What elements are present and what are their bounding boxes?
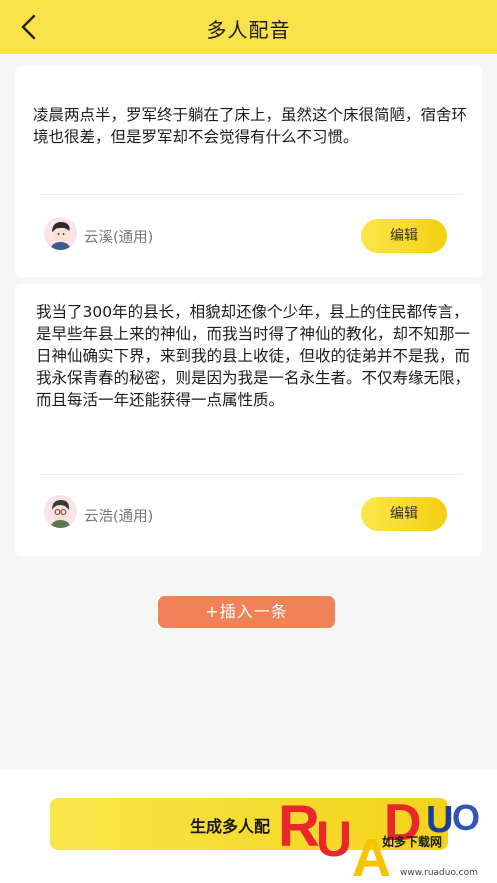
divider [39,194,463,195]
watermark-subtitle: 如多下载网 [382,835,443,849]
page-title: 多人配音 [206,18,291,42]
edit-button[interactable]: 编辑 [361,219,447,253]
top-app-bar: 多人配音 [0,0,497,54]
avatar [44,495,77,528]
voice-name: 云浩(通用) [84,509,154,525]
generate-label: 生成多人配 [190,817,271,836]
dubbing-card: 我当了300年的县长，相貌却还像个少年，县上的住民都传言，是早些年县上来的神仙，… [15,284,482,556]
svg-text:O: O [452,797,480,838]
svg-text:R: R [278,794,320,859]
avatar [44,217,77,250]
dubbing-text[interactable]: 凌晨两点半，罗军终于躺在了床上，虽然这个床很简陋，宿舍环境也很差，但是罗军却不会… [33,104,467,148]
dubbing-text[interactable]: 我当了300年的县长，相貌却还像个少年，县上的住民都传言，是早些年县上来的神仙，… [36,301,470,411]
insert-button[interactable]: +插入一条 [158,596,335,628]
dubbing-card: 凌晨两点半，罗军终于躺在了床上，虽然这个床很简陋，宿舍环境也很差，但是罗军却不会… [15,66,482,277]
divider [39,474,463,475]
svg-text:U: U [316,811,352,867]
voice-name: 云溪(通用) [84,230,154,246]
watermark-url: www.ruaduo.com [400,868,478,878]
edit-button[interactable]: 编辑 [361,497,447,531]
